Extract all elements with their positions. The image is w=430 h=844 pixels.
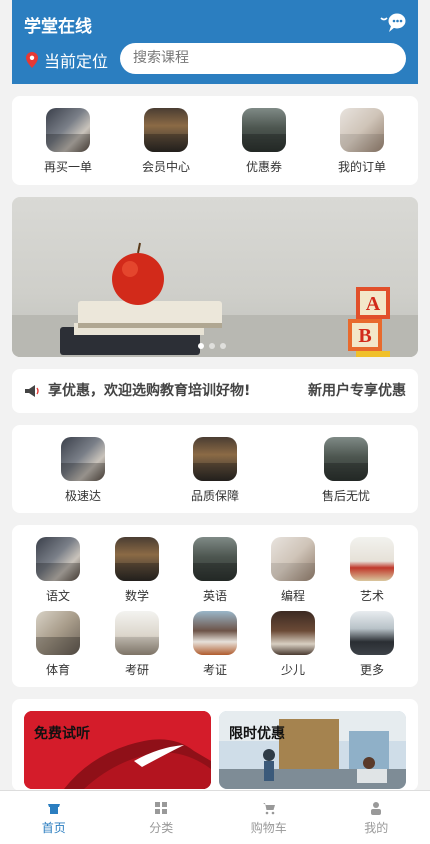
service-item-fast-delivery[interactable]: 极速达 [43, 437, 123, 504]
quick-item-label: 会员中心 [141, 160, 190, 174]
search-input[interactable]: 搜索课程 [120, 43, 406, 74]
category-item-programming[interactable]: 编程 [263, 537, 323, 604]
classroom-photo [242, 108, 286, 152]
promo-section: 免费试听 限时优惠 [12, 699, 418, 791]
tab-label: 分类 [149, 821, 174, 835]
service-item-label: 品质保障 [190, 489, 239, 503]
writing-photo [271, 537, 315, 581]
library-photo [115, 537, 159, 581]
quick-item-orders[interactable]: 我的订单 [327, 108, 397, 175]
service-item-quality[interactable]: 品质保障 [175, 437, 255, 504]
promo-title: 限时优惠 [229, 726, 285, 742]
study-desk-photo [271, 611, 315, 655]
category-label: 体育 [45, 663, 70, 677]
student-smiling-photo [193, 611, 237, 655]
apple-on-books-photo: A B [12, 242, 418, 357]
category-label: 少儿 [280, 663, 305, 677]
svg-text:A: A [366, 293, 381, 315]
tab-label: 我的 [364, 821, 389, 835]
location-selector[interactable]: 当前定位 [26, 48, 108, 72]
carousel-dots[interactable] [198, 343, 226, 349]
category-grid: 语文 数学 英语 编程 艺术 体育 考研 考证 少儿 更多 [12, 525, 418, 687]
home-icon [47, 804, 60, 814]
notice-bar[interactable]: 享优惠，欢迎选购教育培训好物! 新用户专享优惠 [12, 369, 418, 413]
quick-item-membership[interactable]: 会员中心 [131, 108, 201, 175]
category-item-postgrad-exam[interactable]: 考研 [107, 611, 167, 678]
quick-item-rebuy[interactable]: 再买一单 [33, 108, 103, 175]
classroom-photo [324, 437, 368, 481]
tab-home[interactable]: 首页 [0, 791, 108, 844]
quick-menu: 再买一单 会员中心 优惠券 我的订单 [12, 96, 418, 185]
megaphone-icon [25, 385, 39, 397]
quick-item-label: 优惠券 [245, 160, 282, 174]
category-item-art[interactable]: 艺术 [342, 537, 402, 604]
category-label: 语文 [45, 589, 70, 603]
quick-item-label: 再买一单 [43, 160, 92, 174]
service-item-label: 售后无忧 [321, 489, 370, 503]
typing-laptop-photo [46, 108, 90, 152]
tab-category[interactable]: 分类 [108, 791, 216, 844]
service-item-after-sales[interactable]: 售后无忧 [306, 437, 386, 504]
map-pin-icon [26, 52, 38, 68]
bottom-tab-bar: 首页 分类 购物车 我的 [0, 790, 430, 844]
lecture-photo [115, 611, 159, 655]
category-item-math[interactable]: 数学 [107, 537, 167, 604]
category-label: 艺术 [359, 589, 384, 603]
tab-label: 首页 [41, 821, 66, 835]
svg-text:B: B [358, 325, 371, 347]
category-label: 考研 [124, 663, 149, 677]
service-item-label: 极速达 [64, 489, 101, 503]
location-label: 当前定位 [44, 52, 109, 71]
notice-text: 享优惠，欢迎选购教育培训好物! [48, 383, 251, 399]
library-photo [193, 437, 237, 481]
carousel-dot[interactable] [198, 343, 204, 349]
category-item-chinese[interactable]: 语文 [28, 537, 88, 604]
banner-carousel[interactable]: A B [12, 197, 418, 357]
quick-item-coupons[interactable]: 优惠券 [229, 108, 299, 175]
category-item-certification[interactable]: 考证 [185, 611, 245, 678]
promo-title: 免费试听 [34, 726, 90, 742]
category-item-kids[interactable]: 少儿 [263, 611, 323, 678]
category-label: 英语 [202, 589, 227, 603]
tab-label: 购物车 [250, 821, 287, 835]
category-label: 编程 [280, 589, 305, 603]
category-label: 更多 [359, 663, 384, 677]
cart-icon [262, 803, 275, 815]
quick-item-label: 我的订单 [337, 160, 386, 174]
category-item-sports[interactable]: 体育 [28, 611, 88, 678]
carousel-dot[interactable] [209, 343, 215, 349]
tab-cart[interactable]: 购物车 [215, 791, 323, 844]
promo-limited-offer[interactable]: 限时优惠 [219, 711, 406, 789]
category-label: 考证 [202, 663, 227, 677]
user-icon [371, 802, 382, 815]
desk-apple-photo [350, 537, 394, 581]
app-title: 学堂在线 [24, 17, 92, 37]
service-guarantees: 极速达 品质保障 售后无忧 [12, 425, 418, 513]
library-photo [144, 108, 188, 152]
carousel-dot[interactable] [220, 343, 226, 349]
chat-bubble-icon[interactable] [380, 10, 406, 34]
app-header: 学堂在线 当前定位 搜索课程 [12, 0, 418, 84]
writing-photo [340, 108, 384, 152]
classroom-photo [193, 537, 237, 581]
notice-tag: 新用户专享优惠 [308, 383, 406, 399]
category-label: 数学 [124, 589, 149, 603]
category-item-more[interactable]: 更多 [342, 611, 402, 678]
tab-profile[interactable]: 我的 [323, 791, 430, 844]
typing-laptop-photo [36, 537, 80, 581]
graduation-photo [350, 611, 394, 655]
category-item-english[interactable]: 英语 [185, 537, 245, 604]
grid-icon [155, 802, 168, 814]
promo-free-trial[interactable]: 免费试听 [24, 711, 211, 789]
kids-playing-photo [36, 611, 80, 655]
typing-laptop-photo [61, 437, 105, 481]
